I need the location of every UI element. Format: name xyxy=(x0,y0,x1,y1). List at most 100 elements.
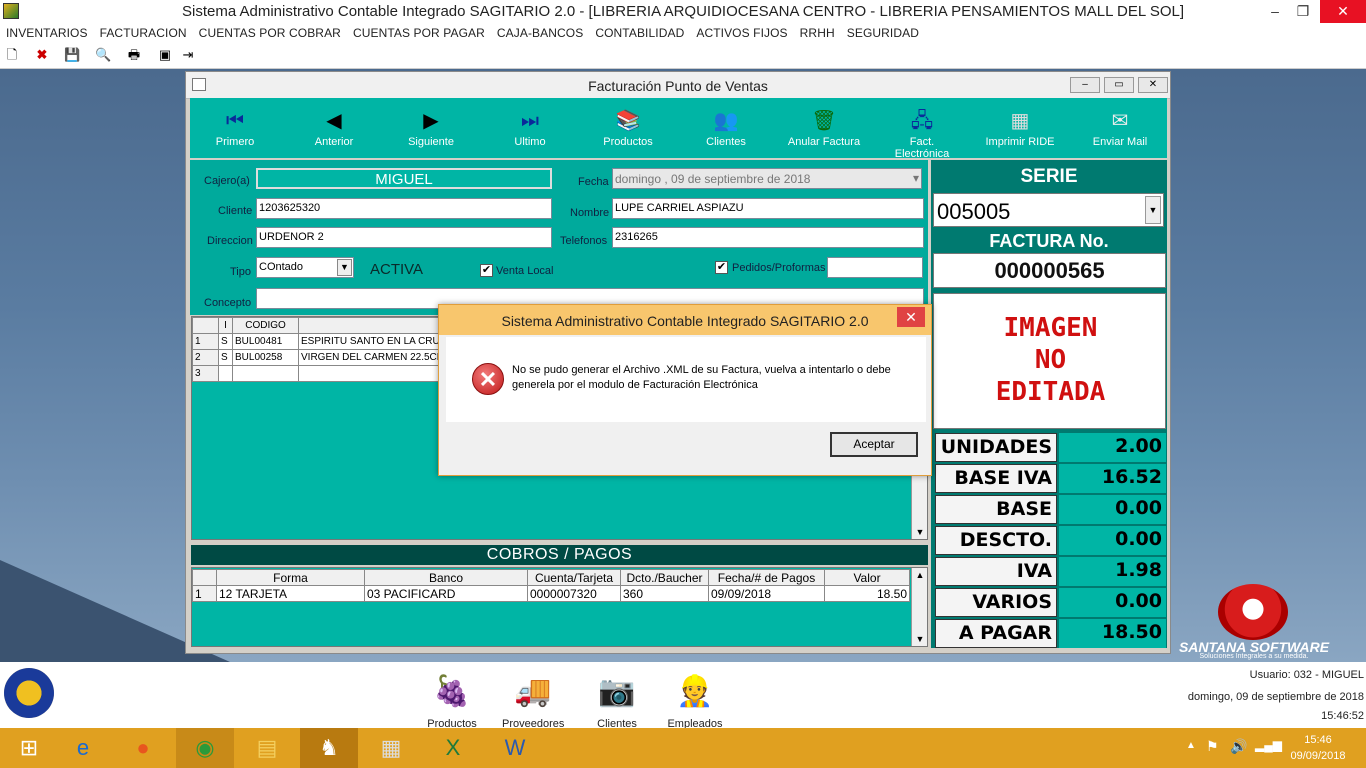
save-icon[interactable]: 💾 xyxy=(64,47,80,63)
cell[interactable]: 18.50 xyxy=(824,585,910,602)
webcam-icon: 📷 xyxy=(598,675,636,708)
total-label: UNIDADES xyxy=(935,433,1057,462)
window-title: Sistema Administrativo Contable Integrad… xyxy=(181,3,1184,20)
nav-send-mail-button[interactable]: ✉ Enviar Mail xyxy=(1080,106,1160,148)
chrome-icon[interactable]: ◉ xyxy=(176,728,234,768)
cliente-field[interactable]: 1203625320 xyxy=(256,198,552,219)
tipo-select[interactable]: COntado ▼ xyxy=(256,257,354,278)
windows-start-icon[interactable]: ⊞ xyxy=(0,728,58,768)
cell[interactable] xyxy=(232,365,299,382)
chevron-down-icon[interactable]: ▾ xyxy=(913,171,919,185)
new-file-icon[interactable]: 🗋 xyxy=(4,47,20,63)
cell[interactable]: S xyxy=(218,333,233,350)
chevron-down-icon[interactable]: ▼ xyxy=(912,527,928,537)
cobros-header: COBROS / PAGOS xyxy=(191,545,928,565)
column-header: Banco xyxy=(364,569,528,586)
error-icon: ✕ xyxy=(472,363,504,395)
close-button[interactable]: ✕ xyxy=(1320,0,1366,23)
people-icon: 👥 xyxy=(713,110,739,132)
chevron-down-icon[interactable]: ▼ xyxy=(337,259,352,276)
ie-browser-icon[interactable]: e xyxy=(54,728,112,768)
menu-facturacion[interactable]: FACTURACION xyxy=(94,23,193,43)
menu-seguridad[interactable]: SEGURIDAD xyxy=(841,23,925,43)
nombre-field[interactable]: LUPE CARRIEL ASPIAZU xyxy=(612,198,924,219)
child-restore-button[interactable]: ▭ xyxy=(1104,77,1134,93)
search-icon[interactable]: 🔍 xyxy=(95,47,111,63)
taskbar-time[interactable]: 15:46 xyxy=(1288,734,1348,746)
nav-print-ride-button[interactable]: ▦ Imprimir RIDE xyxy=(980,106,1060,148)
truck-icon: 🚚 xyxy=(514,675,552,708)
network-signal-icon[interactable]: ▂▄▆ xyxy=(1255,738,1282,752)
nav-first-button[interactable]: ⏮ Primero xyxy=(195,106,275,148)
tray-chevron-icon[interactable]: ▲ xyxy=(1186,740,1196,751)
excel-icon[interactable]: X xyxy=(424,728,482,768)
nav-clients-button[interactable]: 👥 Clientes xyxy=(686,106,766,148)
dock-employees-button[interactable]: 👷 Empleados xyxy=(664,666,726,730)
cell[interactable]: S xyxy=(218,349,233,366)
flag-icon[interactable]: ⚑ xyxy=(1206,738,1219,755)
chevron-up-icon[interactable]: ▲ xyxy=(912,570,928,580)
cell[interactable]: 0000007320 xyxy=(527,585,621,602)
menu-caja-bancos[interactable]: CAJA-BANCOS xyxy=(491,23,589,43)
nav-next-button[interactable]: ▶ Siguiente xyxy=(391,106,471,148)
scrollbar[interactable]: ▲ ▼ xyxy=(911,568,927,646)
taskbar-date[interactable]: 09/09/2018 xyxy=(1284,750,1352,762)
delete-icon[interactable]: ✖ xyxy=(34,47,50,63)
error-dialog: Sistema Administrativo Contable Integrad… xyxy=(438,304,932,476)
nav-last-button[interactable]: ⏭ Ultimo xyxy=(490,106,570,148)
printer-icon[interactable]: 🖶 xyxy=(126,47,142,63)
menu-inventarios[interactable]: INVENTARIOS xyxy=(0,23,94,43)
toolbar: 🗋 ✖ 💾 🔍 🖶 ▣ ⇥ xyxy=(0,43,1366,69)
table-row[interactable]: 1 12 TARJETA 03 PACIFICARD 0000007320 36… xyxy=(192,585,910,602)
telefonos-field[interactable]: 2316265 xyxy=(612,227,924,248)
menu-cuentas-por-pagar[interactable]: CUENTAS POR PAGAR xyxy=(347,23,491,43)
nav-toolbar: ⏮ Primero ◀ Anterior ▶ Siguiente ⏭ Ultimo 📚 P… xyxy=(190,98,1167,160)
nav-products-button[interactable]: 📚 Productos xyxy=(588,106,668,148)
dock-clients-button[interactable]: 📷 Clientes xyxy=(586,666,648,730)
firefox-icon[interactable]: ● xyxy=(114,728,172,768)
serie-select[interactable]: 005005 ▼ xyxy=(933,193,1164,227)
pedidos-checkbox[interactable]: ✔ xyxy=(715,261,728,274)
cell[interactable]: 09/09/2018 xyxy=(708,585,825,602)
logo-image-placeholder: IMAGEN NO EDITADA xyxy=(933,293,1166,429)
direccion-field[interactable]: URDENOR 2 xyxy=(256,227,552,248)
imagen-line: IMAGEN xyxy=(1003,313,1098,343)
next-icon: ▶ xyxy=(423,110,439,132)
word-icon[interactable]: W xyxy=(486,728,544,768)
santana-logo-icon xyxy=(1218,584,1288,640)
child-minimize-button[interactable]: – xyxy=(1070,77,1100,93)
menu-activos-fijos[interactable]: ACTIVOS FIJOS xyxy=(690,23,793,43)
nav-einvoice-button[interactable]: 🖧 Fact. Electrónica xyxy=(882,106,962,160)
company-seal-icon[interactable] xyxy=(4,668,54,718)
fecha-picker[interactable]: domingo , 09 de septiembre de 2018 ▾ xyxy=(612,168,922,189)
calculator-icon[interactable]: ▦ xyxy=(362,728,420,768)
cell[interactable]: 360 xyxy=(620,585,709,602)
cell[interactable]: 12 TARJETA xyxy=(216,585,365,602)
child-close-button[interactable]: ✕ xyxy=(1138,77,1168,93)
cell[interactable]: 03 PACIFICARD xyxy=(364,585,528,602)
dock-products-button[interactable]: 🍇 Productos xyxy=(421,666,483,730)
cell[interactable]: BUL00481 xyxy=(232,333,299,350)
monitor-icon[interactable]: ▣ xyxy=(157,47,173,63)
sagitario-app-icon[interactable]: ♞ xyxy=(300,728,358,768)
cell[interactable] xyxy=(218,365,233,382)
chevron-down-icon[interactable]: ▼ xyxy=(1145,196,1161,224)
dock-suppliers-button[interactable]: 🚚 Proveedores xyxy=(502,666,564,730)
menu-contabilidad[interactable]: CONTABILIDAD xyxy=(589,23,690,43)
menu-cuentas-por-cobrar[interactable]: CUENTAS POR COBRAR xyxy=(193,23,347,43)
nav-cancel-invoice-button[interactable]: 🗑 Anular Factura xyxy=(784,106,864,148)
accept-button[interactable]: Aceptar xyxy=(830,432,918,457)
row-number: 1 xyxy=(192,333,219,350)
cell[interactable]: BUL00258 xyxy=(232,349,299,366)
print-icon: ▦ xyxy=(1010,110,1030,132)
menu-rrhh[interactable]: RRHH xyxy=(794,23,841,43)
dialog-close-button[interactable]: ✕ xyxy=(897,307,925,327)
file-explorer-icon[interactable]: ▤ xyxy=(238,728,296,768)
nav-prev-button[interactable]: ◀ Anterior xyxy=(294,106,374,148)
exit-icon[interactable]: ⇥ xyxy=(180,47,196,63)
volume-icon[interactable]: 🔊 xyxy=(1230,738,1247,755)
chevron-down-icon[interactable]: ▼ xyxy=(912,634,928,644)
total-value: 0.00 xyxy=(1059,526,1166,555)
venta-local-checkbox[interactable]: ✔ xyxy=(480,264,493,277)
pedidos-field[interactable] xyxy=(827,257,923,278)
